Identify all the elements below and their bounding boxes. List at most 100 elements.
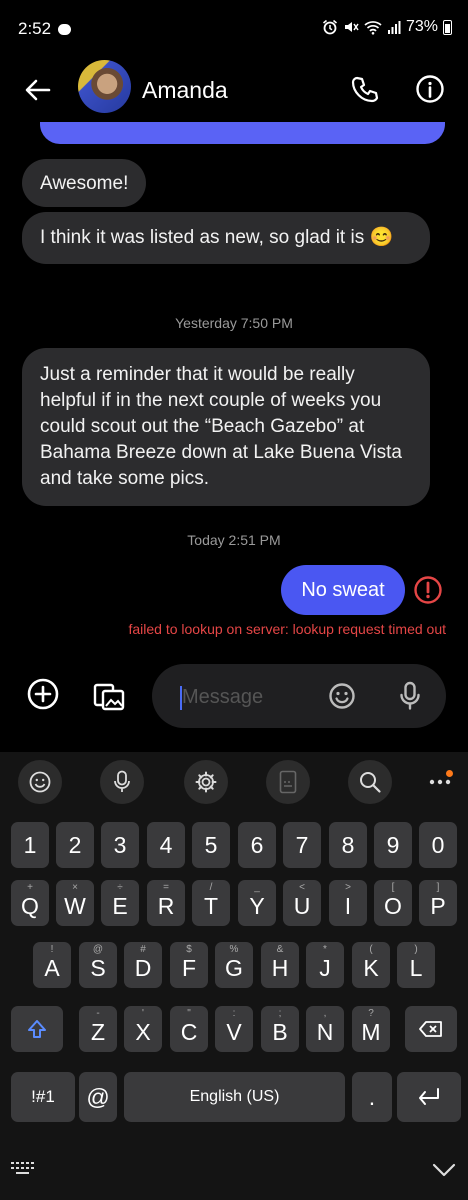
- key-label: 2: [68, 831, 82, 858]
- at-key[interactable]: @: [79, 1072, 117, 1122]
- shift-key[interactable]: [11, 1006, 63, 1052]
- key-9[interactable]: 9: [374, 822, 412, 868]
- battery-icon: [443, 19, 452, 35]
- signal-icon: [387, 21, 401, 34]
- keyboard-search-button[interactable]: [348, 760, 392, 804]
- key-c[interactable]: " C: [170, 1006, 208, 1052]
- notification-dot: [446, 770, 453, 777]
- key-4[interactable]: 4: [147, 822, 185, 868]
- key-alt-label: ,: [323, 1008, 327, 1019]
- sent-message-bubble[interactable]: No sweat: [281, 565, 405, 615]
- key-3[interactable]: 3: [101, 822, 139, 868]
- key-0[interactable]: 0: [419, 822, 457, 868]
- chat-notification-icon: [58, 24, 71, 35]
- info-button[interactable]: [411, 70, 449, 108]
- key-label: E: [112, 892, 128, 919]
- key-alt-label: ÷: [117, 882, 123, 893]
- call-button[interactable]: [346, 70, 384, 108]
- mute-icon: [344, 22, 359, 32]
- message-list[interactable]: Awesome! I think it was listed as new, s…: [0, 122, 468, 662]
- key-alt-label: &: [276, 944, 284, 955]
- key-r[interactable]: = R: [147, 880, 185, 926]
- keyboard-mode-button[interactable]: [266, 760, 310, 804]
- key-s[interactable]: @ S: [79, 942, 117, 988]
- received-message-bubble[interactable]: Just a reminder that it would be really …: [22, 348, 430, 506]
- key-u[interactable]: < U: [283, 880, 321, 926]
- key-e[interactable]: ÷ E: [101, 880, 139, 926]
- keyboard-settings-button[interactable]: [184, 760, 228, 804]
- received-message-bubble[interactable]: I think it was listed as new, so glad it…: [22, 212, 430, 264]
- key-q[interactable]: + Q: [11, 880, 49, 926]
- more-icon: [429, 779, 451, 785]
- key-f[interactable]: $ F: [170, 942, 208, 988]
- message-input[interactable]: Message: [152, 664, 446, 728]
- message-text: Awesome!: [40, 173, 129, 194]
- send-error-message: failed to lookup on server: lookup reque…: [128, 621, 446, 637]
- key-g[interactable]: % G: [215, 942, 253, 988]
- sent-message-bubble-partial[interactable]: [40, 122, 445, 144]
- received-message-bubble[interactable]: Awesome!: [22, 159, 147, 207]
- key-a[interactable]: ! A: [33, 942, 71, 988]
- keyboard-emoji-button[interactable]: [18, 760, 62, 804]
- key-alt-label: ": [187, 1008, 191, 1019]
- key-alt-label: #: [140, 944, 146, 955]
- key-z[interactable]: -Z: [79, 1006, 117, 1052]
- key-i[interactable]: > I: [329, 880, 367, 926]
- contact-avatar[interactable]: [78, 60, 131, 113]
- key-v[interactable]: :V: [215, 1006, 253, 1052]
- voice-input-button[interactable]: [398, 681, 422, 711]
- send-failed-icon[interactable]: [413, 575, 443, 605]
- date-separator-day: Today: [187, 532, 225, 548]
- key-l[interactable]: ) L: [397, 942, 435, 988]
- status-bar: 2:52 73%: [0, 0, 468, 58]
- message-text: I think it was listed as new, so glad it…: [40, 227, 394, 248]
- key-x[interactable]: ' X: [124, 1006, 162, 1052]
- key-w[interactable]: × W: [56, 880, 94, 926]
- keypad-icon: [279, 770, 297, 794]
- key-1[interactable]: 1: [11, 822, 49, 868]
- key-k[interactable]: (K: [352, 942, 390, 988]
- key-o[interactable]: [O: [374, 880, 412, 926]
- key-alt-label: =: [163, 882, 169, 893]
- alarm-icon: [322, 19, 337, 35]
- key-label: X: [135, 1018, 151, 1045]
- keyboard-voice-button[interactable]: [100, 760, 144, 804]
- keyboard-switch-icon[interactable]: [10, 1160, 36, 1176]
- keyboard: 1 2 3 4 5 6 7 8 9 0 + Q × W ÷ E = R / T _ Y < U…: [0, 752, 468, 1200]
- key-label: L: [409, 954, 423, 981]
- key-2[interactable]: 2: [56, 822, 94, 868]
- emoji-button[interactable]: [328, 682, 356, 710]
- key-n[interactable]: ,N: [306, 1006, 344, 1052]
- back-arrow-icon: [25, 79, 51, 101]
- key-label: M: [361, 1018, 381, 1045]
- key-7[interactable]: 7: [283, 822, 321, 868]
- shift-icon: [28, 1020, 46, 1038]
- enter-key[interactable]: [397, 1072, 461, 1122]
- key-5[interactable]: 5: [192, 822, 230, 868]
- add-attachment-button[interactable]: [26, 677, 60, 711]
- key-alt-label: _: [254, 882, 260, 893]
- gallery-button[interactable]: [92, 679, 128, 715]
- key-t[interactable]: / T: [192, 880, 230, 926]
- key-j[interactable]: * J: [306, 942, 344, 988]
- key-p[interactable]: ] P: [419, 880, 457, 926]
- period-key[interactable]: .: [352, 1072, 392, 1122]
- space-key[interactable]: English (US): [124, 1072, 345, 1122]
- key-6[interactable]: 6: [238, 822, 276, 868]
- hide-keyboard-icon[interactable]: [430, 1156, 458, 1184]
- key-label: @: [86, 1083, 110, 1110]
- backspace-key[interactable]: [405, 1006, 457, 1052]
- keyboard-more-button[interactable]: [418, 760, 462, 804]
- key-label: U: [293, 892, 311, 919]
- key-b[interactable]: ; B: [261, 1006, 299, 1052]
- symbols-key[interactable]: !#1: [11, 1072, 75, 1122]
- info-icon: [416, 75, 444, 103]
- key-h[interactable]: & H: [261, 942, 299, 988]
- key-label: G: [225, 954, 243, 981]
- contact-name[interactable]: Amanda: [142, 77, 228, 104]
- key-8[interactable]: 8: [329, 822, 367, 868]
- back-button[interactable]: [20, 72, 56, 108]
- key-d[interactable]: # D: [124, 942, 162, 988]
- key-y[interactable]: _ Y: [238, 880, 276, 926]
- key-m[interactable]: ? M: [352, 1006, 390, 1052]
